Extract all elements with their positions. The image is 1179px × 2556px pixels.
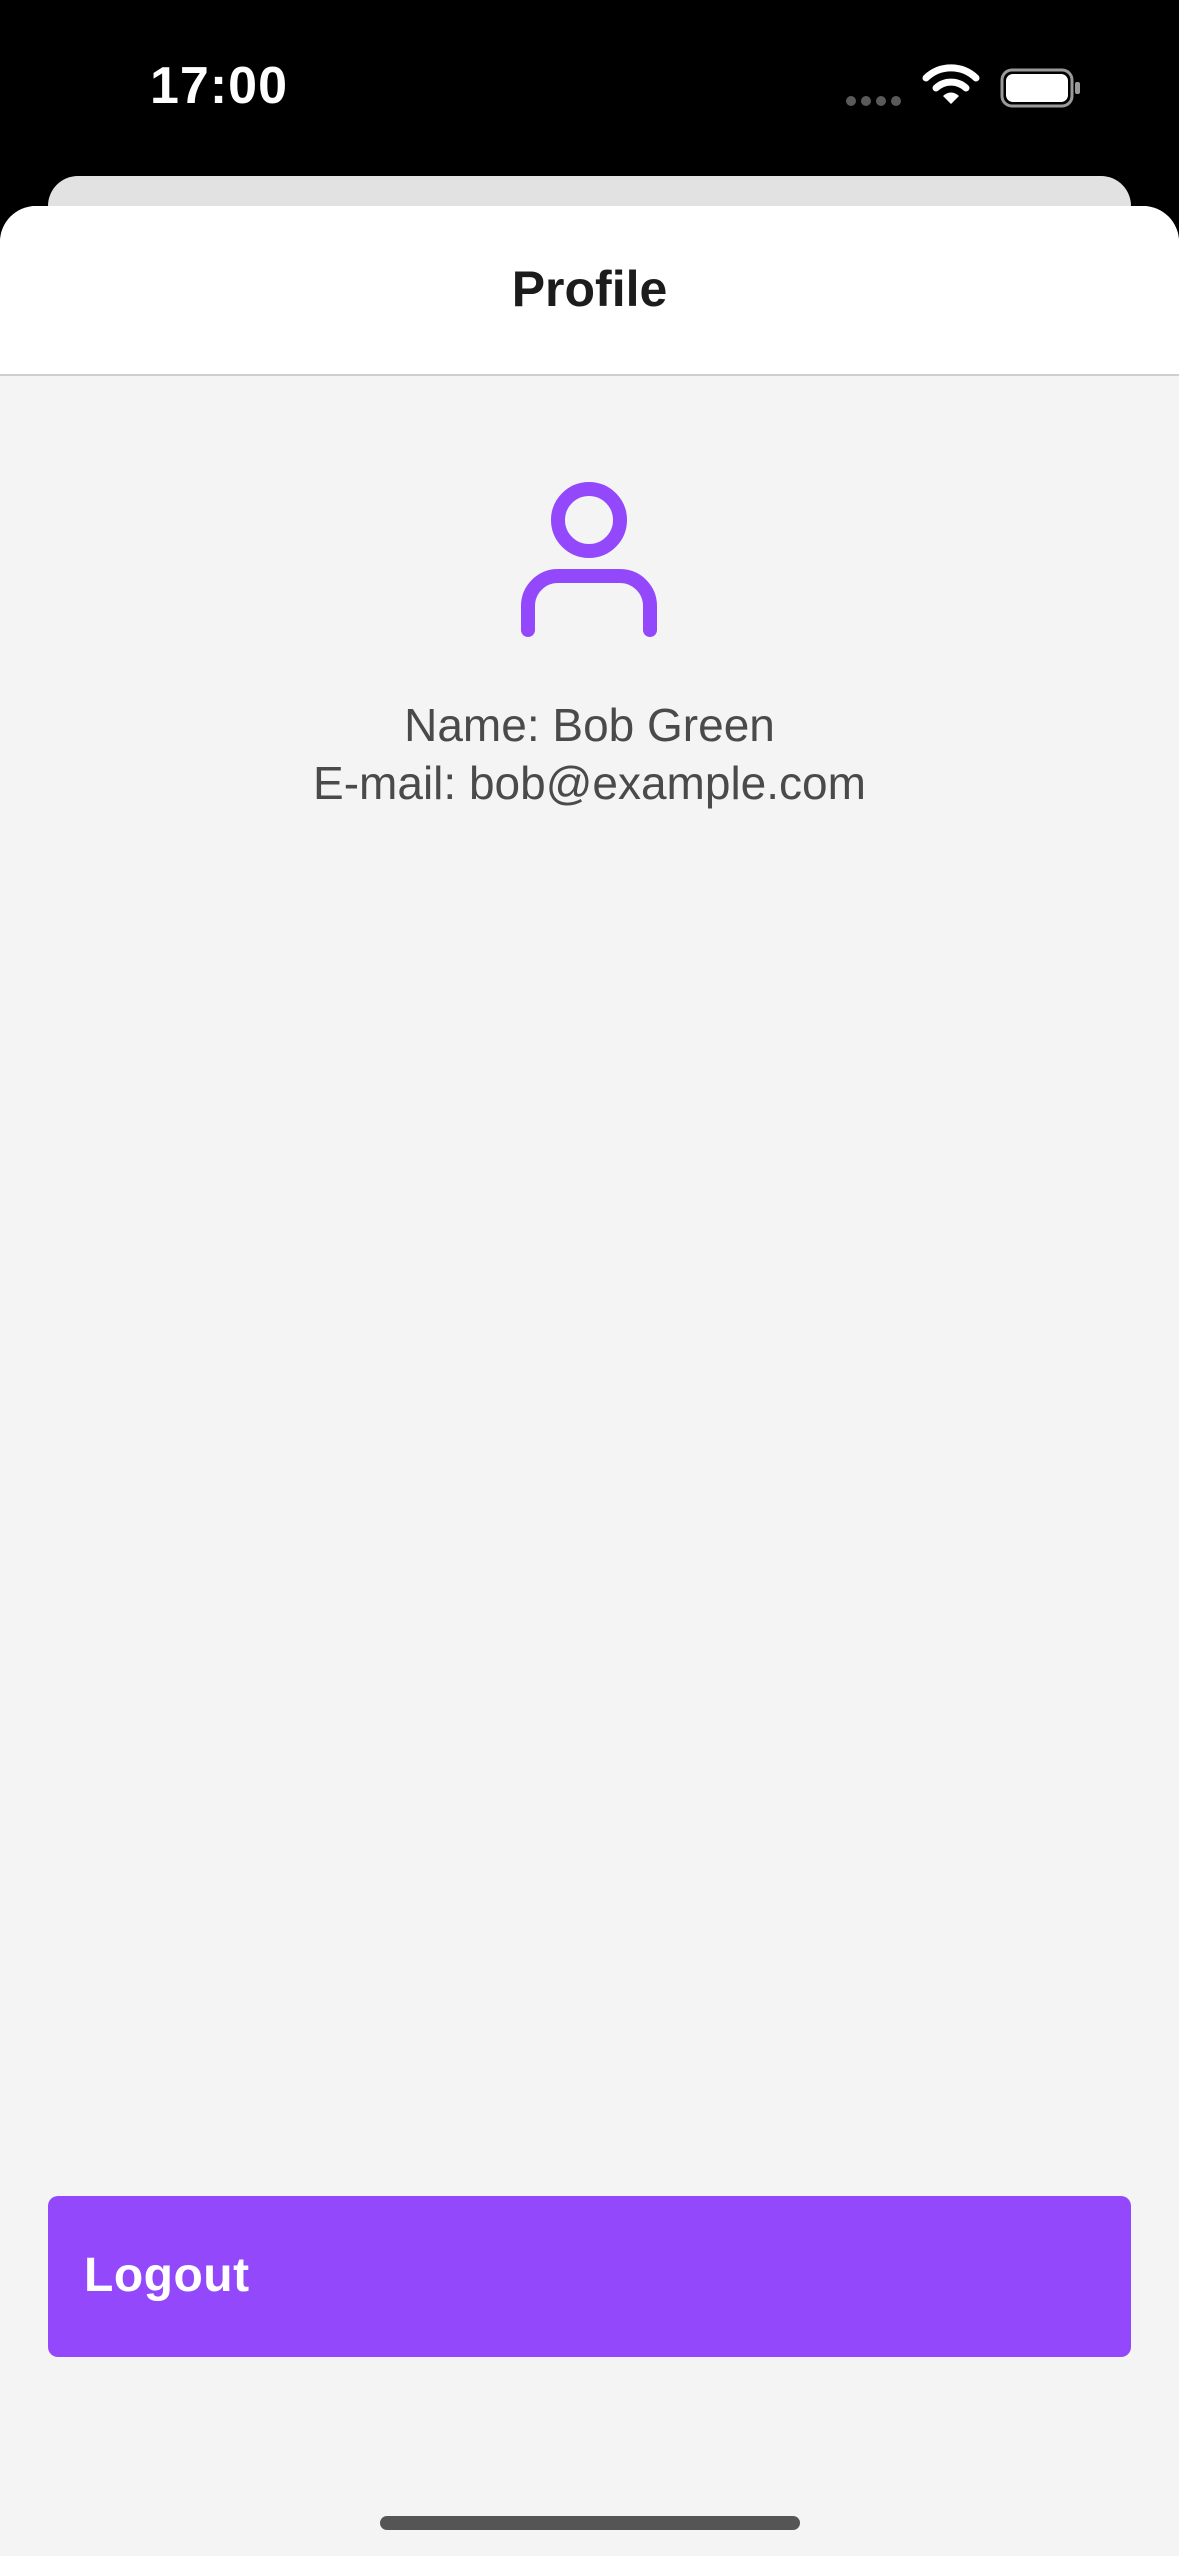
status-bar: 17:00	[0, 0, 1179, 175]
status-time: 17:00	[150, 57, 288, 115]
profile-name: Name: Bob Green	[404, 699, 775, 751]
logout-button-label: Logout	[84, 2249, 250, 2302]
person-icon	[521, 482, 657, 637]
logout-button[interactable]: Logout	[48, 2196, 1131, 2357]
profile-sheet: Profile Name: Bob Green E-mail: bob@exam…	[0, 206, 1179, 2556]
nav-header: Profile	[0, 206, 1179, 376]
signal-dots-icon	[846, 96, 901, 106]
home-indicator	[380, 2516, 800, 2530]
profile-info: Name: Bob Green E-mail: bob@example.com	[0, 696, 1179, 812]
profile-email: E-mail: bob@example.com	[313, 757, 866, 809]
page-title: Profile	[511, 261, 668, 317]
wifi-icon	[922, 64, 980, 104]
battery-icon	[1000, 68, 1080, 108]
